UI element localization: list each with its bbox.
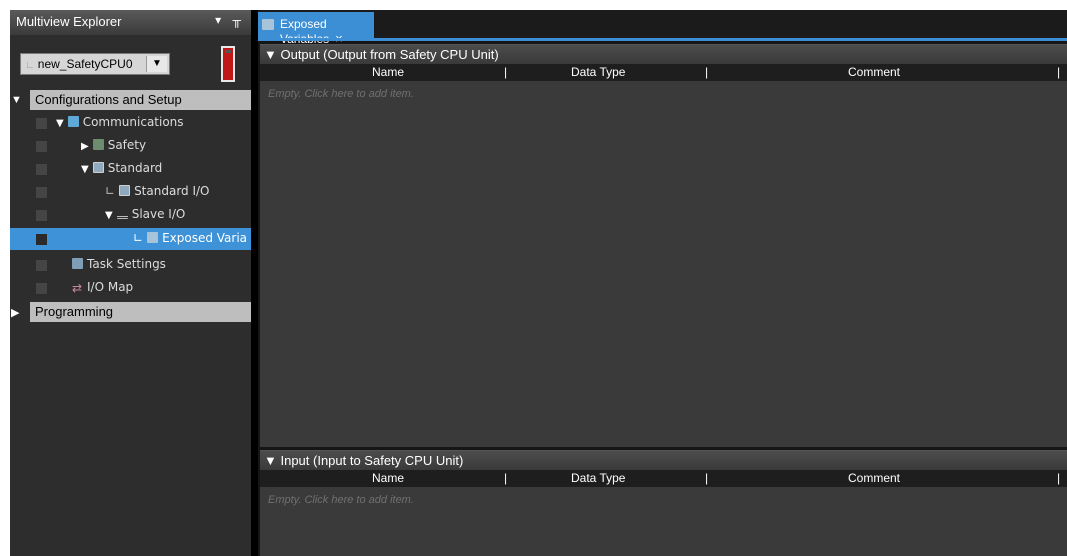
tree-connector: ∟	[133, 231, 144, 245]
cpu-status-icon	[221, 46, 235, 82]
panel-splitter[interactable]	[251, 10, 258, 556]
tab-underline	[258, 38, 1067, 41]
exposed-variables-icon	[262, 19, 274, 30]
tree-checkbox[interactable]	[36, 210, 47, 221]
input-title: ▼ Input (Input to Safety CPU Unit)	[264, 453, 464, 468]
output-header[interactable]: ▼ Output (Output from Safety CPU Unit)	[260, 45, 1067, 64]
task-settings-icon	[72, 258, 83, 269]
column-separator[interactable]: |	[1057, 471, 1060, 485]
column-name[interactable]: Name	[372, 65, 404, 79]
column-name[interactable]: Name	[372, 471, 404, 485]
output-empty-hint[interactable]: Empty. Click here to add item.	[268, 88, 414, 100]
column-separator[interactable]: |	[504, 471, 507, 485]
io-map-icon: ⇄	[72, 281, 83, 295]
explorer-header: Multiview Explorer ▾ ╥	[10, 10, 251, 35]
multiview-explorer: Multiview Explorer ▾ ╥ ∟ new_SafetyCPU0 ▼…	[10, 10, 251, 556]
input-column-header: Name | Data Type | Comment |	[260, 470, 1067, 487]
column-separator[interactable]: |	[1057, 65, 1060, 79]
explorer-title: Multiview Explorer	[16, 14, 122, 29]
device-dropdown[interactable]: ∟ new_SafetyCPU0 ▼	[20, 53, 170, 75]
pin-icon[interactable]: ▾ ╥	[215, 13, 245, 27]
expand-arrow-icon[interactable]: ▶	[81, 141, 89, 152]
tree-item-standard-io[interactable]: ∟ Standard I/O	[10, 181, 251, 203]
column-separator[interactable]: |	[705, 65, 708, 79]
expand-arrow-icon[interactable]: ▼	[11, 94, 22, 106]
exposed-variables-icon	[147, 232, 159, 243]
tree-checkbox[interactable]	[36, 164, 47, 175]
tree-item-task-settings[interactable]: Task Settings	[10, 254, 251, 276]
output-pane: ▼ Output (Output from Safety CPU Unit) N…	[260, 44, 1067, 447]
tree-item-exposed-variables[interactable]: ∟ Exposed Varia	[10, 228, 251, 250]
column-separator[interactable]: |	[705, 471, 708, 485]
tree-checkbox[interactable]	[36, 187, 47, 198]
chevron-down-icon[interactable]: ▼	[146, 56, 167, 72]
output-column-header: Name | Data Type | Comment |	[260, 64, 1067, 81]
column-separator[interactable]: |	[504, 65, 507, 79]
communications-icon	[67, 116, 79, 127]
device-name: new_SafetyCPU0	[37, 57, 133, 71]
standard-icon	[92, 162, 104, 173]
tree-checkbox[interactable]	[36, 234, 47, 245]
input-header[interactable]: ▼ Input (Input to Safety CPU Unit)	[260, 451, 1067, 470]
tab-exposed-variables[interactable]: Exposed Variables×	[258, 12, 374, 46]
tree-item-label: Safety	[107, 138, 147, 152]
column-data-type[interactable]: Data Type	[571, 471, 625, 485]
tree-checkbox[interactable]	[36, 118, 47, 129]
section-configurations[interactable]: Configurations and Setup	[30, 90, 251, 110]
tree-checkbox[interactable]	[36, 141, 47, 152]
standard-io-icon	[119, 185, 131, 196]
tree-item-label: Communications	[82, 115, 184, 129]
input-pane: ▼ Input (Input to Safety CPU Unit) Name …	[260, 450, 1067, 556]
document-area: Exposed Variables× ▼ Output (Output from…	[258, 10, 1067, 556]
column-comment[interactable]: Comment	[848, 65, 900, 79]
tree-item-label: Standard I/O	[134, 184, 210, 198]
section-programming[interactable]: Programming	[30, 302, 251, 322]
tree-connector: ∟	[105, 184, 116, 198]
section-label: Configurations and Setup	[35, 92, 182, 107]
tree-item-label: Standard	[107, 161, 163, 175]
expand-arrow-icon[interactable]: ▼	[56, 118, 64, 129]
tree-item-io-map[interactable]: ⇄ I/O Map	[10, 277, 251, 299]
tree-item-slave-io[interactable]: ▼ Slave I/O	[10, 204, 251, 226]
column-data-type[interactable]: Data Type	[571, 65, 625, 79]
tree-checkbox[interactable]	[36, 260, 47, 271]
tree-item-label: Exposed Varia	[162, 231, 248, 245]
section-label: Programming	[35, 304, 114, 319]
slave-io-icon	[116, 208, 128, 219]
device-prefix: ∟	[25, 60, 35, 71]
output-title: ▼ Output (Output from Safety CPU Unit)	[264, 47, 499, 62]
tree-item-label: Task Settings	[87, 257, 166, 271]
tree-checkbox[interactable]	[36, 283, 47, 294]
tree-item-standard[interactable]: ▼ Standard	[10, 158, 251, 180]
tree-item-communications[interactable]: ▼ Communications	[10, 112, 251, 134]
tree-item-safety[interactable]: ▶ Safety	[10, 135, 251, 157]
tab-strip: Exposed Variables×	[258, 10, 1067, 46]
input-empty-hint[interactable]: Empty. Click here to add item.	[268, 494, 414, 506]
tree-item-label: Slave I/O	[131, 207, 186, 221]
expand-arrow-icon[interactable]: ▶	[11, 306, 19, 319]
tree-item-label: I/O Map	[87, 280, 134, 294]
expand-arrow-icon[interactable]: ▼	[105, 210, 113, 221]
expand-arrow-icon[interactable]: ▼	[81, 164, 89, 175]
safety-icon	[92, 139, 104, 150]
column-comment[interactable]: Comment	[848, 471, 900, 485]
tab-label: Exposed Variables	[280, 17, 329, 46]
app-window: Multiview Explorer ▾ ╥ ∟ new_SafetyCPU0 ▼…	[10, 10, 1067, 556]
